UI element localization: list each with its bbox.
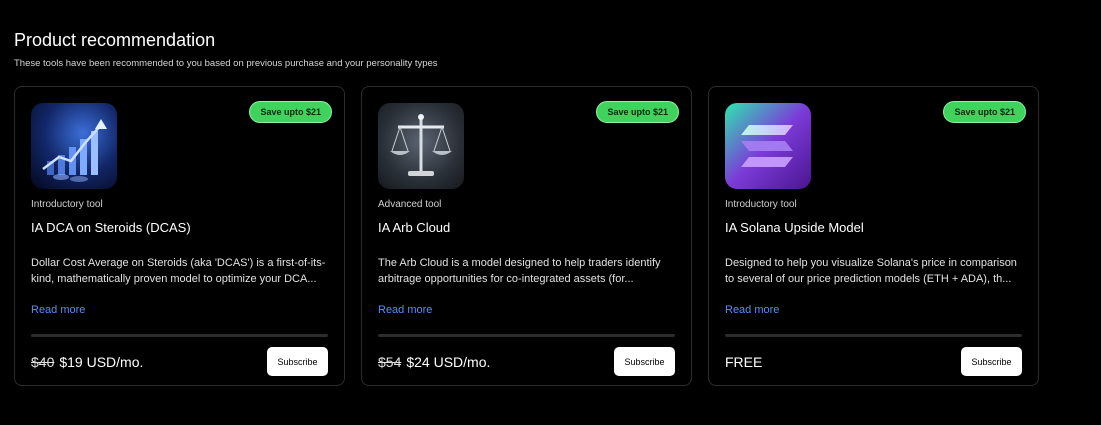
save-badge: Save upto $21 bbox=[943, 101, 1026, 123]
price: FREE bbox=[725, 354, 762, 370]
product-description: Dollar Cost Average on Steroids (aka 'DC… bbox=[31, 257, 326, 285]
card-divider bbox=[378, 334, 675, 337]
subscribe-button[interactable]: Subscribe bbox=[961, 347, 1022, 376]
current-price: $24 USD/mo. bbox=[406, 354, 491, 370]
solana-logo-icon bbox=[725, 103, 811, 189]
current-price: $19 USD/mo. bbox=[59, 354, 144, 370]
product-name: IA Arb Cloud bbox=[378, 220, 451, 235]
tool-tier-label: Advanced tool bbox=[378, 199, 442, 210]
read-more-link[interactable]: Read more bbox=[725, 304, 779, 316]
subscribe-button[interactable]: Subscribe bbox=[614, 347, 675, 376]
tool-tier-label: Introductory tool bbox=[31, 199, 103, 210]
section-title: Product recommendation bbox=[14, 30, 216, 50]
save-badge: Save upto $21 bbox=[249, 101, 332, 123]
product-description: The Arb Cloud is a model designed to hel… bbox=[378, 257, 661, 285]
card-divider bbox=[725, 334, 1022, 337]
product-description: Designed to help you visualize Solana's … bbox=[725, 257, 1017, 285]
price: $54 $24 USD/mo. bbox=[378, 354, 490, 370]
product-name: IA Solana Upside Model bbox=[725, 220, 864, 235]
old-price: $40 bbox=[31, 354, 55, 370]
tool-tier-label: Introductory tool bbox=[725, 199, 797, 210]
subscribe-button[interactable]: Subscribe bbox=[267, 347, 328, 376]
read-more-link[interactable]: Read more bbox=[378, 304, 432, 316]
product-card-dcas: Save upto $21 Introductory tool IA DCA o… bbox=[14, 86, 345, 386]
old-price: $54 bbox=[378, 354, 402, 370]
product-card-list: Save upto $21 Introductory tool IA DCA o… bbox=[14, 86, 1039, 386]
balance-scale-icon bbox=[378, 103, 464, 189]
read-more-link[interactable]: Read more bbox=[31, 304, 85, 316]
section-subtitle: These tools have been recommended to you… bbox=[14, 58, 438, 69]
save-badge: Save upto $21 bbox=[596, 101, 679, 123]
chart-growth-icon bbox=[31, 103, 117, 189]
product-name: IA DCA on Steroids (DCAS) bbox=[31, 220, 191, 235]
current-price: FREE bbox=[725, 354, 763, 370]
product-card-solana: Save upto $21 Introductory tool IA Solan… bbox=[708, 86, 1039, 386]
product-card-arb-cloud: Save upto $21 Advanced tool IA Arb Cloud… bbox=[361, 86, 692, 386]
card-divider bbox=[31, 334, 328, 337]
price: $40 $19 USD/mo. bbox=[31, 354, 143, 370]
